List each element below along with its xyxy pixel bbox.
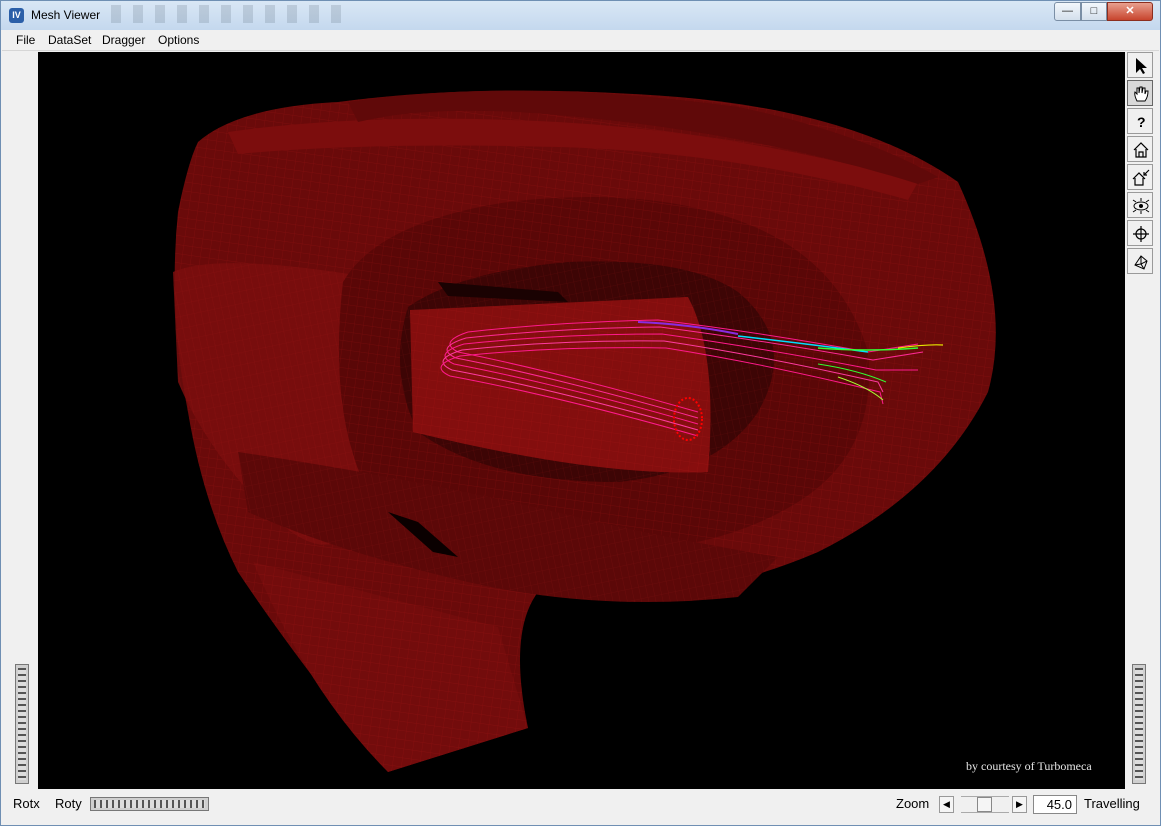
select-icon: [1136, 58, 1147, 74]
svg-text:?: ?: [1137, 114, 1146, 130]
left-thumbwheel-grip: [18, 668, 26, 780]
zoom-slider-thumb[interactable]: [977, 797, 992, 812]
title-bar-ghost-toolbar: [111, 5, 351, 23]
home-button[interactable]: [1127, 136, 1153, 162]
home-icon: [1133, 142, 1149, 158]
perspective-button[interactable]: [1127, 248, 1153, 274]
menu-options[interactable]: Options: [158, 33, 199, 47]
app-icon: IV: [9, 8, 24, 23]
minimize-button[interactable]: —: [1054, 2, 1081, 21]
zoom-label: Zoom: [896, 796, 930, 811]
roty-label: Roty: [55, 796, 82, 811]
rotx-label: Rotx: [13, 796, 40, 811]
3d-viewport[interactable]: by courtesy of Turbomeca: [38, 52, 1125, 789]
menu-dataset[interactable]: DataSet: [48, 33, 91, 47]
view-all-icon: [1132, 198, 1150, 214]
right-thumbwheel-grip: [1135, 668, 1143, 780]
seek-button[interactable]: [1127, 220, 1153, 246]
menu-dragger[interactable]: Dragger: [102, 33, 145, 47]
roty-thumbwheel-grip: [94, 800, 205, 808]
travelling-label: Travelling: [1084, 796, 1140, 811]
title-bar[interactable]: IV Mesh Viewer — □ ✕: [1, 1, 1160, 30]
seek-icon: [1133, 226, 1149, 242]
help-button[interactable]: ?: [1127, 108, 1153, 134]
help-icon: ?: [1137, 114, 1146, 130]
set-home-button[interactable]: [1127, 164, 1153, 190]
mesh-viewer-window: IV Mesh Viewer — □ ✕ File DataSet Dragge…: [0, 0, 1161, 826]
zoom-increase-button[interactable]: ▶: [1012, 796, 1027, 813]
credit-text: by courtesy of Turbomeca: [966, 759, 1092, 773]
set-home-icon: [1132, 169, 1150, 186]
view-tool-button[interactable]: [1127, 80, 1153, 106]
window-title: Mesh Viewer: [31, 8, 101, 22]
select-tool-button[interactable]: [1127, 52, 1153, 78]
left-thumbwheel[interactable]: [15, 664, 29, 784]
zoom-slider[interactable]: [961, 796, 1009, 813]
menu-file[interactable]: File: [16, 33, 35, 47]
perspective-icon: [1134, 255, 1148, 270]
zoom-value-field[interactable]: 45.0: [1033, 795, 1077, 814]
close-button[interactable]: ✕: [1107, 2, 1153, 21]
right-thumbwheel[interactable]: [1132, 664, 1146, 784]
roty-thumbwheel[interactable]: [90, 797, 209, 811]
mesh-render: [173, 90, 996, 773]
view-hand-icon: [1134, 86, 1149, 102]
mesh-shell: [173, 90, 996, 773]
menu-bar: File DataSet Dragger Options: [2, 30, 1159, 51]
view-all-button[interactable]: [1127, 192, 1153, 218]
zoom-decrease-button[interactable]: ◀: [939, 796, 954, 813]
maximize-button[interactable]: □: [1081, 2, 1107, 21]
